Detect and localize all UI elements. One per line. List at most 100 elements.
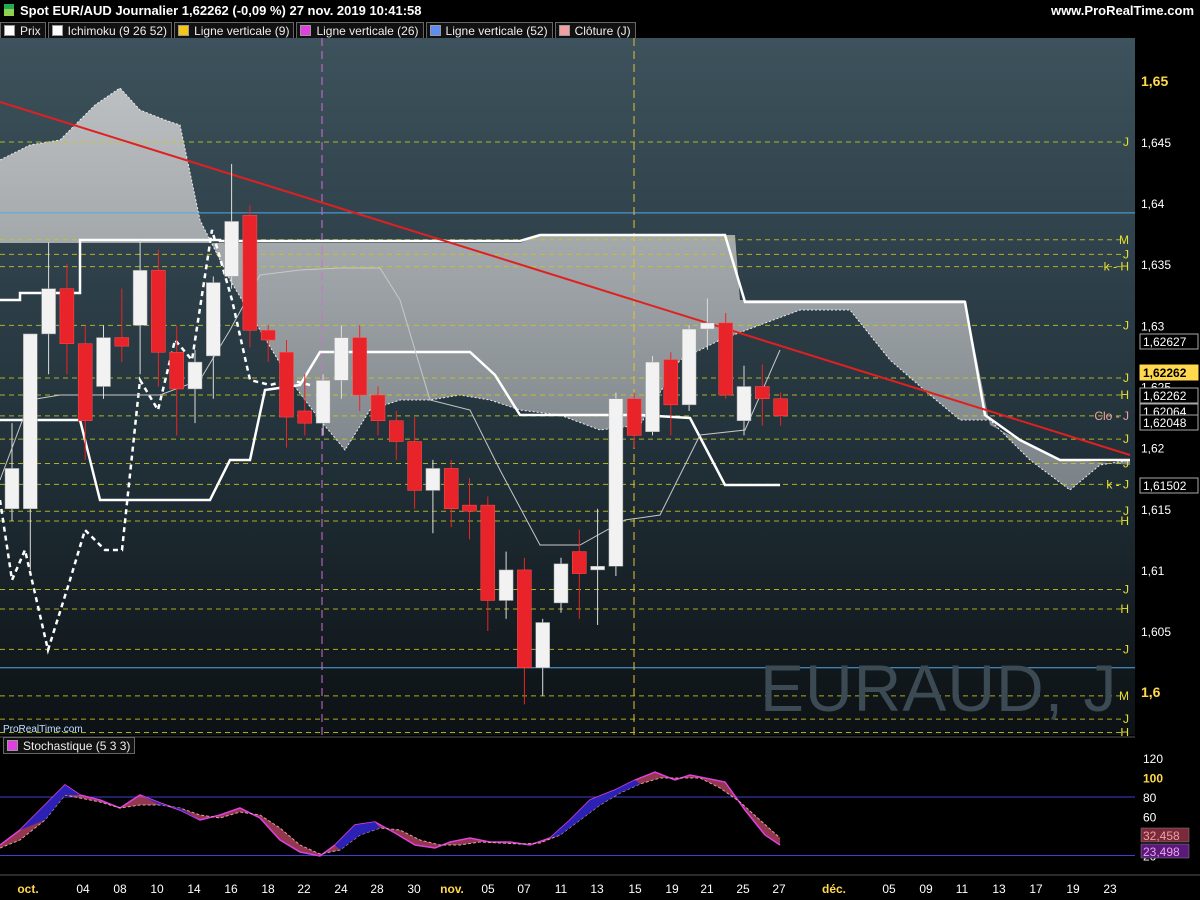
time-tick-14: 11: [555, 882, 568, 896]
level-label-12: H: [1120, 514, 1129, 528]
candle-body-15: [279, 352, 294, 418]
time-tick-5: 16: [224, 882, 238, 896]
symbol-watermark: EURAUD, J: [760, 651, 1118, 725]
candle-body-20: [370, 394, 386, 421]
candle-body-6: [114, 337, 130, 347]
time-tick-1: 04: [76, 882, 90, 896]
stochastic-legend[interactable]: Stochastique (5 3 3): [3, 737, 136, 754]
time-tick-26: 17: [1029, 882, 1043, 896]
candle-body-10: [187, 361, 203, 390]
level-label-16: M: [1119, 689, 1129, 703]
level-label-0: J: [1123, 135, 1129, 149]
level-label-10: k - J: [1106, 477, 1129, 491]
stochastic-swatch-icon: [7, 740, 18, 751]
candle-body-4: [77, 343, 93, 421]
candle-body-36: [663, 359, 679, 406]
time-tick-23: 09: [919, 882, 933, 896]
candle-body-2: [41, 288, 56, 335]
stoch-tick-3: 60: [1143, 811, 1157, 825]
candle-body-3: [59, 288, 75, 344]
candle-body-23: [425, 468, 441, 491]
level-label-17: J: [1123, 712, 1129, 726]
time-tick-27: 19: [1066, 882, 1080, 896]
time-tick-13: 07: [517, 882, 531, 896]
candle-body-14: [260, 330, 276, 341]
candle-body-24: [443, 468, 459, 510]
time-tick-0: oct.: [17, 882, 38, 896]
price-box-text-2: 1,62262: [1143, 389, 1187, 403]
price-box-text-4: 1,62048: [1143, 416, 1187, 430]
time-tick-8: 24: [334, 882, 348, 896]
time-tick-22: 05: [882, 882, 896, 896]
time-tick-24: 11: [956, 882, 969, 896]
level-label-9: J: [1123, 457, 1129, 471]
time-tick-3: 10: [150, 882, 164, 896]
candle-body-39: [718, 322, 733, 396]
candle-body-37: [681, 328, 697, 406]
candle-body-40: [736, 386, 752, 421]
candle-body-33: [608, 398, 624, 567]
time-tick-28: 23: [1103, 882, 1117, 896]
candle-body-11: [206, 282, 221, 357]
price-chart[interactable]: JMJk - HJJHClo - JJJk - JJHJHJMJH1,651,6…: [0, 0, 1200, 900]
candle-body-16: [297, 410, 313, 424]
price-tick-6: 1,62: [1141, 442, 1165, 456]
candle-body-25: [462, 504, 477, 512]
time-tick-10: 30: [407, 882, 421, 896]
time-tick-11: nov.: [440, 882, 464, 896]
candle-body-19: [352, 337, 367, 396]
candle-body-13: [242, 215, 258, 331]
level-label-5: J: [1123, 371, 1129, 385]
candle-body-31: [572, 551, 587, 574]
stoch-value-1: 23,498: [1143, 845, 1180, 859]
time-tick-6: 18: [261, 882, 275, 896]
level-label-4: J: [1123, 318, 1129, 332]
candle-body-29: [535, 622, 550, 668]
level-label-3: k - H: [1104, 260, 1129, 274]
time-tick-15: 13: [590, 882, 604, 896]
stoch-value-0: 32,458: [1143, 829, 1180, 843]
candle-body-28: [517, 569, 532, 668]
candle-body-18: [334, 337, 349, 381]
time-tick-2: 08: [113, 882, 127, 896]
price-tick-4: 1,63: [1141, 319, 1165, 333]
time-tick-4: 14: [187, 882, 201, 896]
price-box-text-0: 1,62627: [1143, 335, 1187, 349]
candle-body-27: [498, 569, 514, 601]
candle-body-21: [389, 420, 404, 442]
candle-body-41: [755, 386, 770, 399]
candle-body-35: [645, 361, 660, 432]
level-label-7: Clo - J: [1094, 409, 1129, 423]
time-tick-17: 19: [665, 882, 679, 896]
price-tick-7: 1,615: [1141, 503, 1171, 517]
candle-body-42: [773, 398, 788, 417]
level-label-15: J: [1123, 642, 1129, 656]
candle-body-8: [151, 270, 166, 353]
price-tick-0: 1,65: [1141, 73, 1168, 89]
time-tick-12: 05: [481, 882, 495, 896]
candle-body-17: [315, 380, 331, 424]
price-tick-10: 1,6: [1141, 684, 1161, 700]
time-tick-18: 21: [700, 882, 714, 896]
price-tick-2: 1,64: [1141, 197, 1165, 211]
stochastic-label: Stochastique (5 3 3): [23, 738, 131, 753]
level-label-1: M: [1119, 233, 1129, 247]
prorealtime-link[interactable]: ProRealTime.com: [3, 724, 83, 735]
candle-body-38: [700, 322, 715, 330]
time-tick-25: 13: [992, 882, 1006, 896]
price-tick-1: 1,645: [1141, 136, 1171, 150]
candle-body-30: [553, 563, 569, 604]
candle-body-1: [23, 333, 38, 510]
candle-body-12: [224, 221, 239, 277]
price-box-text-5: 1,61502: [1143, 479, 1187, 493]
candle-body-0: [4, 468, 20, 510]
level-label-8: J: [1123, 432, 1129, 446]
candle-body-32: [590, 566, 605, 571]
level-label-14: H: [1120, 602, 1129, 616]
candle-body-9: [169, 352, 184, 390]
price-tick-8: 1,61: [1141, 564, 1165, 578]
time-tick-20: 27: [772, 882, 786, 896]
time-tick-19: 25: [736, 882, 750, 896]
stoch-tick-0: 120: [1143, 752, 1163, 766]
stoch-tick-1: 100: [1143, 772, 1163, 786]
